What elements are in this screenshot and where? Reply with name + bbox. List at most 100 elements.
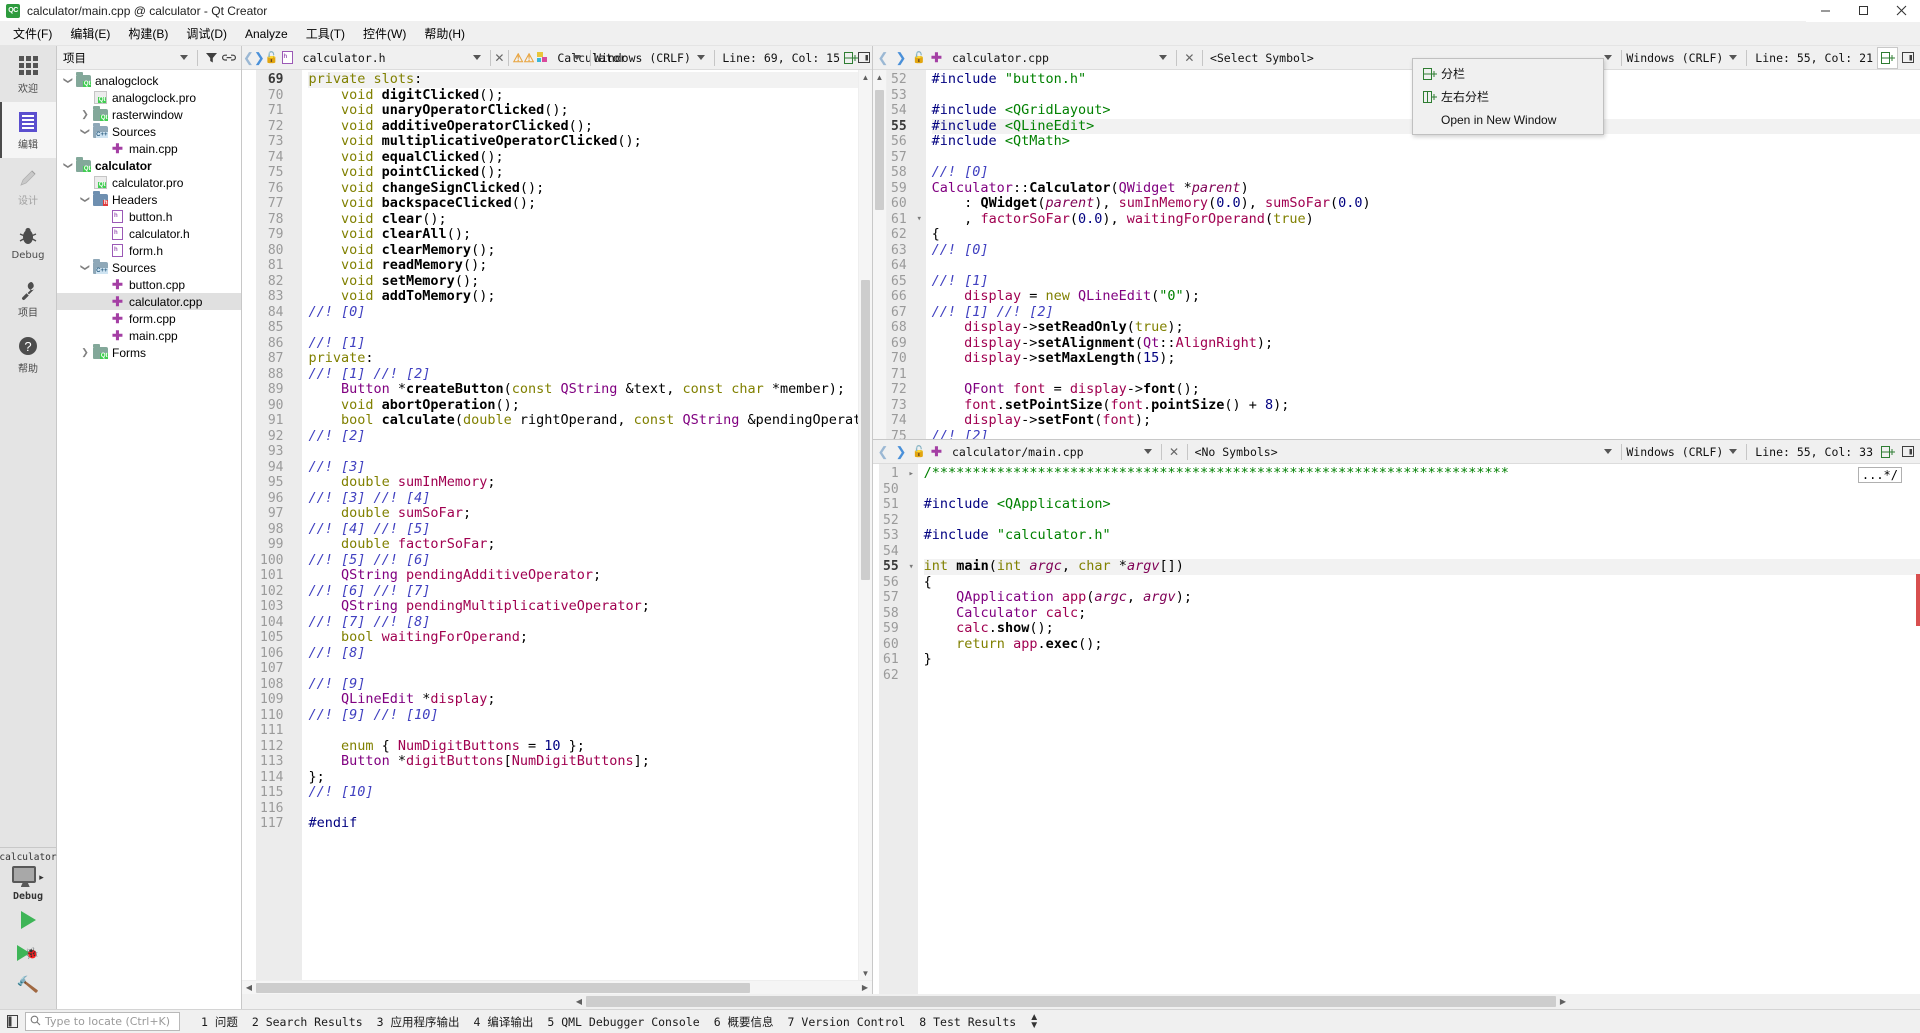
go-back-button[interactable]: ❮: [874, 442, 892, 462]
menu-file[interactable]: 文件(F): [4, 22, 61, 45]
disclosure-triangle[interactable]: ❯: [80, 125, 91, 139]
scroll-right-icon[interactable]: ▶: [858, 983, 872, 992]
code-line[interactable]: [308, 801, 858, 817]
code-line[interactable]: void multiplicativeOperatorClicked();: [308, 133, 858, 150]
chevron-down-icon-symbol-br[interactable]: [1604, 449, 1613, 454]
chevron-down-icon-symbol-tr[interactable]: [1604, 55, 1613, 60]
disclosure-triangle[interactable]: ❯: [63, 74, 74, 88]
collapsed-block-marker[interactable]: ...*/: [1857, 467, 1902, 483]
code-line[interactable]: //! [4] //! [5]: [308, 521, 858, 538]
line-ending-bottom-right[interactable]: Windows (CRLF): [1626, 445, 1723, 459]
chevron-down-icon-file-left[interactable]: [472, 55, 481, 60]
chevron-down-icon-symbol-left[interactable]: [572, 55, 581, 60]
close-button[interactable]: [1882, 0, 1920, 22]
code-line[interactable]: void abortOperation();: [308, 397, 858, 414]
split-options-button-top-right[interactable]: [1898, 47, 1919, 69]
output-pane-button-8[interactable]: 8 Test Results: [912, 1015, 1023, 1029]
code-line[interactable]: QString pendingMultiplicativeOperator;: [308, 598, 858, 615]
code-line[interactable]: void equalClicked();: [308, 149, 858, 166]
code-line[interactable]: //! [9] //! [10]: [308, 707, 858, 724]
code-line[interactable]: private slots:: [308, 71, 858, 88]
tree-item-button-h[interactable]: h button.h: [57, 208, 241, 225]
code-line[interactable]: [932, 258, 1920, 274]
code-line[interactable]: [932, 150, 1920, 166]
code-line[interactable]: private:: [308, 350, 858, 367]
scrollbar-thumb[interactable]: [256, 982, 750, 993]
disclosure-triangle[interactable]: ❯: [78, 109, 92, 120]
output-pane-button-7[interactable]: 7 Version Control: [781, 1015, 913, 1029]
code-line[interactable]: display = new QLineEdit("0");: [932, 288, 1920, 305]
code-line[interactable]: void digitClicked();: [308, 87, 858, 104]
code-line[interactable]: int main(int argc, char *argv[]): [923, 558, 1920, 575]
tree-item-main-cpp[interactable]: ✚ main.cpp: [57, 140, 241, 157]
chevron-down-icon-crlf-left[interactable]: [696, 55, 705, 60]
code-text-left[interactable]: private slots: void digitClicked(); void…: [302, 70, 858, 980]
code-line[interactable]: void setMemory();: [308, 273, 858, 290]
vertical-scrollbar-left[interactable]: ▲ ▼: [858, 70, 872, 980]
code-line[interactable]: [308, 661, 858, 677]
code-line[interactable]: //! [2]: [932, 428, 1920, 439]
code-line[interactable]: QLineEdit *display;: [308, 691, 858, 708]
tree-item-form-h[interactable]: h form.h: [57, 242, 241, 259]
code-line[interactable]: };: [308, 769, 858, 786]
code-line[interactable]: void backspaceClicked();: [308, 195, 858, 212]
code-line[interactable]: #include <QApplication>: [924, 496, 1920, 513]
tree-item-calculator[interactable]: ❯ Qt calculator: [57, 157, 241, 174]
code-line[interactable]: : QWidget(parent), sumInMemory(0.0), sum…: [932, 195, 1920, 212]
menu-item-open-in-new-window[interactable]: Open in New Window: [1413, 108, 1603, 131]
disclosure-triangle[interactable]: ❯: [80, 193, 91, 207]
filter-icon[interactable]: [202, 49, 220, 67]
menu-debug[interactable]: 调试(D): [177, 22, 236, 45]
chevron-down-icon-crlf-br[interactable]: [1729, 449, 1738, 454]
tree-item-main-cpp[interactable]: ✚ main.cpp: [57, 327, 241, 344]
code-line[interactable]: display->setAlignment(Qt::AlignRight);: [932, 335, 1920, 352]
code-line[interactable]: QApplication app(argc, argv);: [924, 589, 1920, 606]
chevron-down-icon-file-tr[interactable]: [1158, 55, 1167, 60]
code-line[interactable]: Calculator calc;: [924, 605, 1920, 622]
project-tree[interactable]: ❯ Qt analogclock Qt analogclock.pro ❯ Qt raster…: [57, 70, 241, 1009]
output-pane-button-2[interactable]: 2 Search Results: [245, 1015, 370, 1029]
code-line[interactable]: void changeSignClicked();: [308, 180, 858, 197]
code-line[interactable]: //! [1] //! [2]: [932, 304, 1920, 321]
warning-prev-icon[interactable]: ⚠: [513, 51, 524, 65]
code-line[interactable]: [924, 482, 1920, 498]
scrollbar-thumb[interactable]: [861, 280, 870, 580]
menu-tools[interactable]: 工具(T): [297, 22, 354, 45]
code-line[interactable]: , factorSoFar(0.0), waitingForOperand(tr…: [932, 211, 1920, 228]
mode-item-edit[interactable]: 编辑: [0, 102, 56, 158]
code-line[interactable]: font.setPointSize(font.pointSize() + 8);: [932, 397, 1920, 414]
run-button[interactable]: [13, 905, 43, 935]
output-pane-button-1[interactable]: 1 问题: [194, 1014, 245, 1030]
code-line[interactable]: double factorSoFar;: [308, 536, 858, 553]
fold-marker[interactable]: ▾: [913, 212, 926, 228]
code-line[interactable]: #include <QtMath>: [932, 133, 1920, 150]
code-line[interactable]: //! [1] //! [2]: [308, 366, 858, 383]
split-options-button-bottom-right[interactable]: [1898, 441, 1919, 463]
line-ending-top-right[interactable]: Windows (CRLF): [1626, 51, 1723, 65]
scroll-left-icon[interactable]: ◀: [572, 997, 586, 1006]
menu-item-split[interactable]: 分栏: [1413, 62, 1603, 85]
code-line[interactable]: enum { NumDigitButtons = 10 };: [308, 738, 858, 755]
warning-next-icon[interactable]: ⚠: [524, 51, 535, 65]
close-file-button-top-right[interactable]: ✕: [1181, 51, 1198, 65]
code-line[interactable]: //! [0]: [932, 164, 1920, 181]
code-line[interactable]: void additiveOperatorClicked();: [308, 118, 858, 135]
code-line[interactable]: void unaryOperatorClicked();: [308, 102, 858, 119]
unlock-icon[interactable]: 🔓: [265, 48, 279, 68]
code-line[interactable]: [924, 668, 1920, 684]
code-line[interactable]: void clear();: [308, 211, 858, 228]
symbol-combo-left[interactable]: Calculator: [534, 50, 627, 65]
code-line[interactable]: void clearAll();: [308, 226, 858, 243]
split-button-top-right[interactable]: [1877, 46, 1898, 69]
code-line[interactable]: //! [3]: [308, 459, 858, 476]
code-line[interactable]: bool calculate(double rightOperand, cons…: [308, 412, 858, 429]
go-forward-button[interactable]: ❯: [254, 48, 265, 68]
output-pane-button-4[interactable]: 4 编译输出: [467, 1014, 541, 1030]
tree-item-forms[interactable]: ❯ Qt Forms: [57, 344, 241, 361]
disclosure-triangle[interactable]: ❯: [63, 159, 74, 173]
code-line[interactable]: QFont font = display->font();: [932, 381, 1920, 398]
code-line[interactable]: calc.show();: [924, 620, 1920, 637]
close-file-button-left[interactable]: ✕: [494, 51, 504, 65]
code-line[interactable]: display->setMaxLength(15);: [932, 350, 1920, 367]
toggle-sidebar-icon[interactable]: [4, 1013, 21, 1031]
